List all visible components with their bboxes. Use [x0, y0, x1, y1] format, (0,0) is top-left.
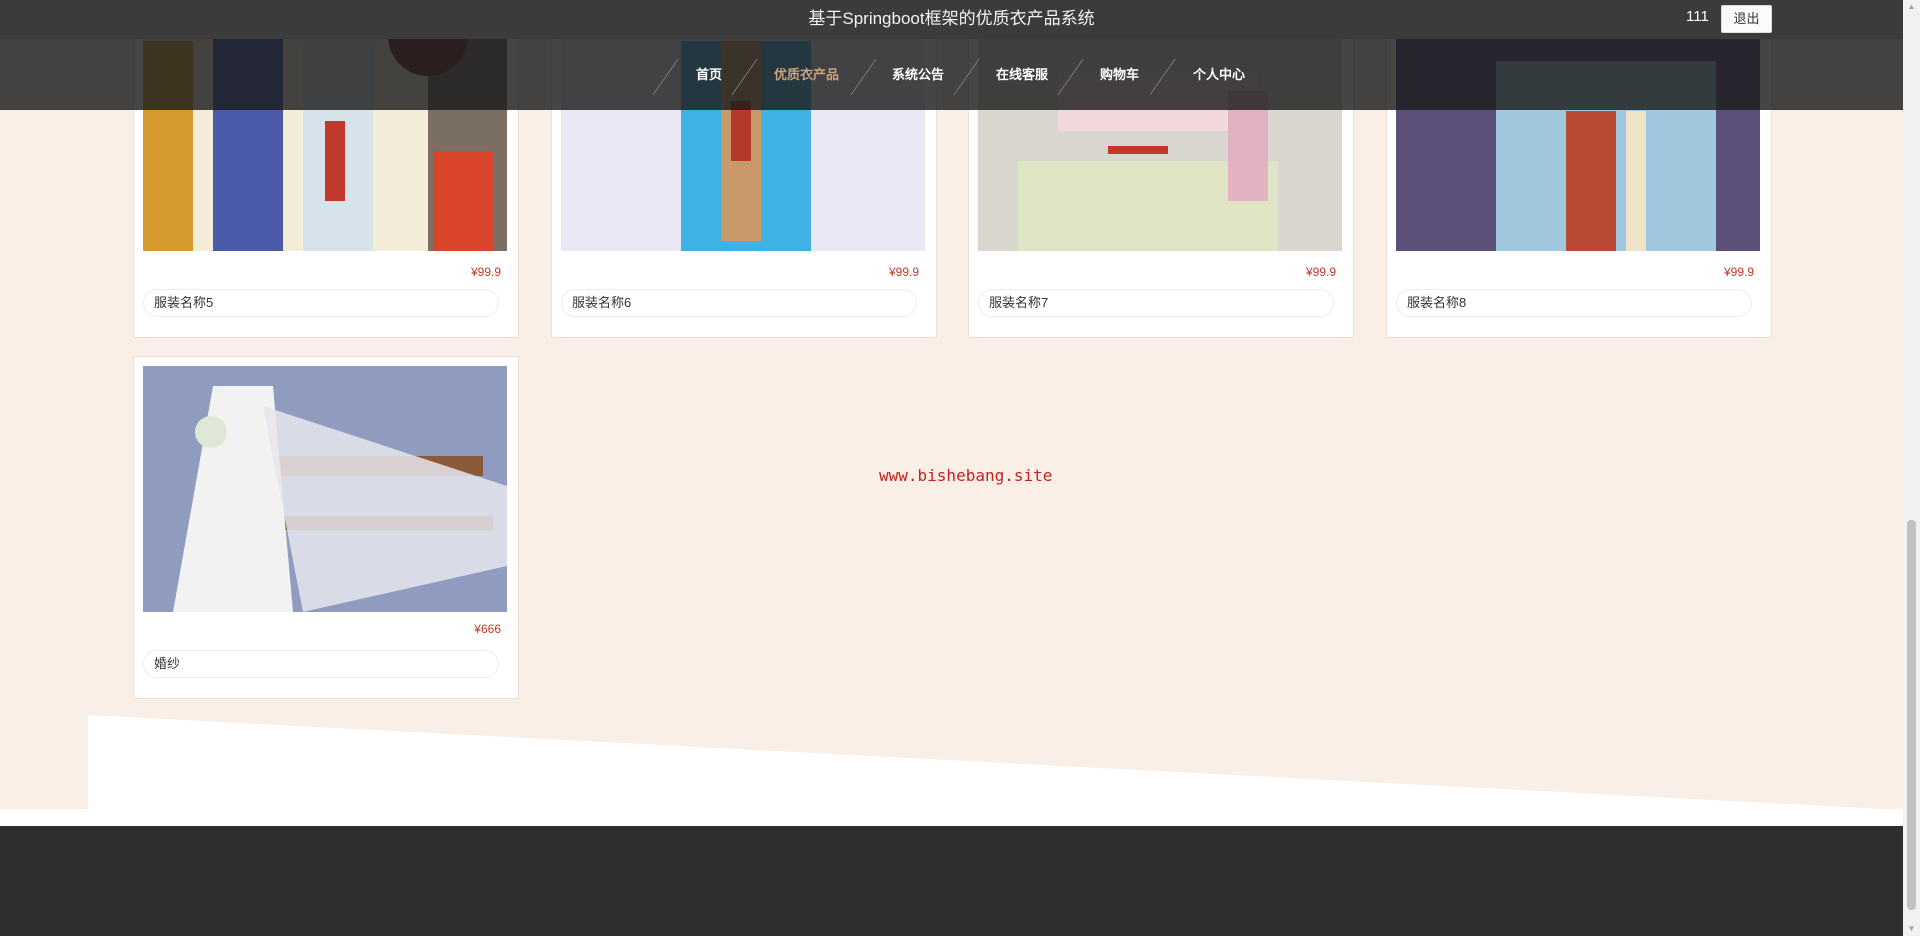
page-scrollbar[interactable]: ▲ ▼	[1903, 0, 1920, 936]
nav-divider	[731, 58, 758, 96]
product-price: ¥99.9	[470, 265, 501, 279]
scroll-up-icon[interactable]: ▲	[1907, 2, 1916, 11]
footer-wave	[88, 715, 1903, 810]
product-price: ¥99.9	[1723, 265, 1754, 279]
scrollbar-thumb[interactable]	[1907, 520, 1916, 910]
nav-divider	[953, 58, 980, 96]
watermark-text: www.bishebang.site	[879, 466, 1053, 485]
product-name[interactable]: 服装名称5	[143, 289, 499, 317]
top-header: 基于Springboot框架的优质衣产品系统 111 退出	[0, 0, 1903, 39]
nav-item-cart[interactable]: 购物车	[1100, 39, 1139, 110]
nav-item-announcements[interactable]: 系统公告	[892, 39, 944, 110]
nav-divider	[652, 58, 679, 96]
product-price: ¥99.9	[1305, 265, 1336, 279]
scroll-down-icon[interactable]: ▼	[1907, 924, 1916, 933]
site-title: 基于Springboot框架的优质衣产品系统	[808, 9, 1095, 28]
product-name[interactable]: 服装名称6	[561, 289, 917, 317]
footer-spacer	[0, 809, 1903, 826]
nav-item-customer-service[interactable]: 在线客服	[996, 39, 1048, 110]
logout-button[interactable]: 退出	[1721, 5, 1772, 33]
nav-item-home[interactable]: 首页	[696, 39, 722, 110]
product-name[interactable]: 服装名称7	[978, 289, 1334, 317]
product-name[interactable]: 服装名称8	[1396, 289, 1752, 317]
main-nav: 首页 优质衣产品 系统公告 在线客服 购物车 个人中心	[0, 39, 1903, 110]
product-name[interactable]: 婚纱	[143, 650, 499, 678]
product-image[interactable]	[143, 366, 507, 612]
footer	[0, 826, 1903, 936]
username: 111	[1686, 8, 1709, 25]
nav-divider	[1057, 58, 1084, 96]
nav-item-products[interactable]: 优质衣产品	[774, 39, 839, 110]
product-price: ¥666	[474, 622, 501, 636]
product-card[interactable]: ¥666 婚纱	[133, 356, 519, 699]
nav-divider	[1149, 58, 1176, 96]
nav-item-profile[interactable]: 个人中心	[1193, 39, 1245, 110]
nav-divider	[850, 58, 877, 96]
product-price: ¥99.9	[888, 265, 919, 279]
